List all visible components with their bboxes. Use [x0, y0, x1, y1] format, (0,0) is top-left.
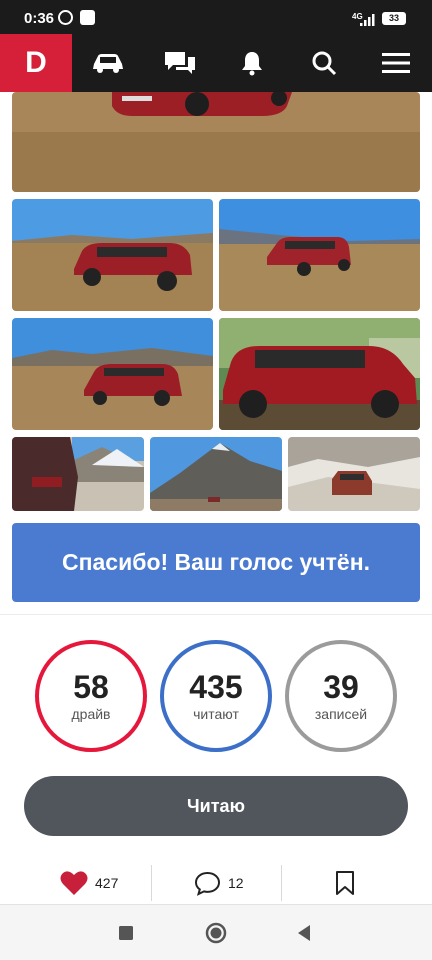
read-button[interactable]: Читаю: [24, 776, 408, 836]
car-icon[interactable]: [88, 43, 128, 83]
search-icon[interactable]: [304, 43, 344, 83]
comment-icon: [194, 871, 221, 896]
heart-icon: [60, 871, 88, 895]
bookmark-button[interactable]: [334, 863, 356, 903]
bell-icon[interactable]: [232, 43, 272, 83]
chat-icon[interactable]: [160, 43, 200, 83]
drive2-logo[interactable]: D: [0, 34, 72, 92]
battery-icon: 33: [382, 12, 406, 25]
alarm-icon: [58, 10, 73, 25]
stat-drive-label: драйв: [71, 706, 111, 722]
divider: [151, 865, 152, 901]
stat-posts[interactable]: 39 записей: [285, 640, 397, 752]
car-photo-3[interactable]: [219, 199, 420, 311]
stat-readers-label: читают: [193, 706, 239, 722]
like-count: 427: [95, 875, 119, 891]
system-navigation-bar: [0, 904, 432, 960]
home-icon[interactable]: [204, 921, 228, 945]
stats-card: 58 драйв 435 читают 39 записей Читаю 427…: [0, 614, 432, 914]
stat-drive-value: 58: [73, 669, 109, 705]
back-icon[interactable]: [292, 921, 316, 945]
car-photo-8[interactable]: [288, 437, 420, 511]
car-photo-7[interactable]: [150, 437, 282, 511]
car-photo-1[interactable]: [12, 92, 420, 192]
car-photo-5[interactable]: [219, 318, 420, 430]
app-header: D: [0, 34, 432, 92]
recent-apps-icon[interactable]: [114, 921, 138, 945]
menu-icon[interactable]: [376, 43, 416, 83]
status-bar: 0:36 4G 33: [0, 0, 432, 34]
stat-readers-value: 435: [189, 669, 243, 705]
car-photo-2[interactable]: [12, 199, 213, 311]
like-button[interactable]: 427: [60, 863, 118, 903]
divider: [281, 865, 282, 901]
stat-readers[interactable]: 435 читают: [160, 640, 272, 752]
car-photo-6[interactable]: [12, 437, 144, 511]
stat-posts-value: 39: [323, 669, 359, 705]
vote-confirmation-banner: Спасибо! Ваш голос учтён.: [12, 523, 420, 602]
signal-icon: [360, 14, 375, 26]
bookmark-icon: [336, 871, 354, 895]
stat-posts-label: записей: [314, 706, 368, 722]
app-notification-icon: [80, 10, 95, 25]
actions-row: 427 12: [0, 863, 432, 903]
comment-count: 12: [228, 875, 244, 891]
status-time: 0:36: [24, 10, 55, 27]
car-photo-4[interactable]: [12, 318, 213, 430]
comments-button[interactable]: 12: [194, 863, 244, 903]
stat-drive[interactable]: 58 драйв: [35, 640, 147, 752]
